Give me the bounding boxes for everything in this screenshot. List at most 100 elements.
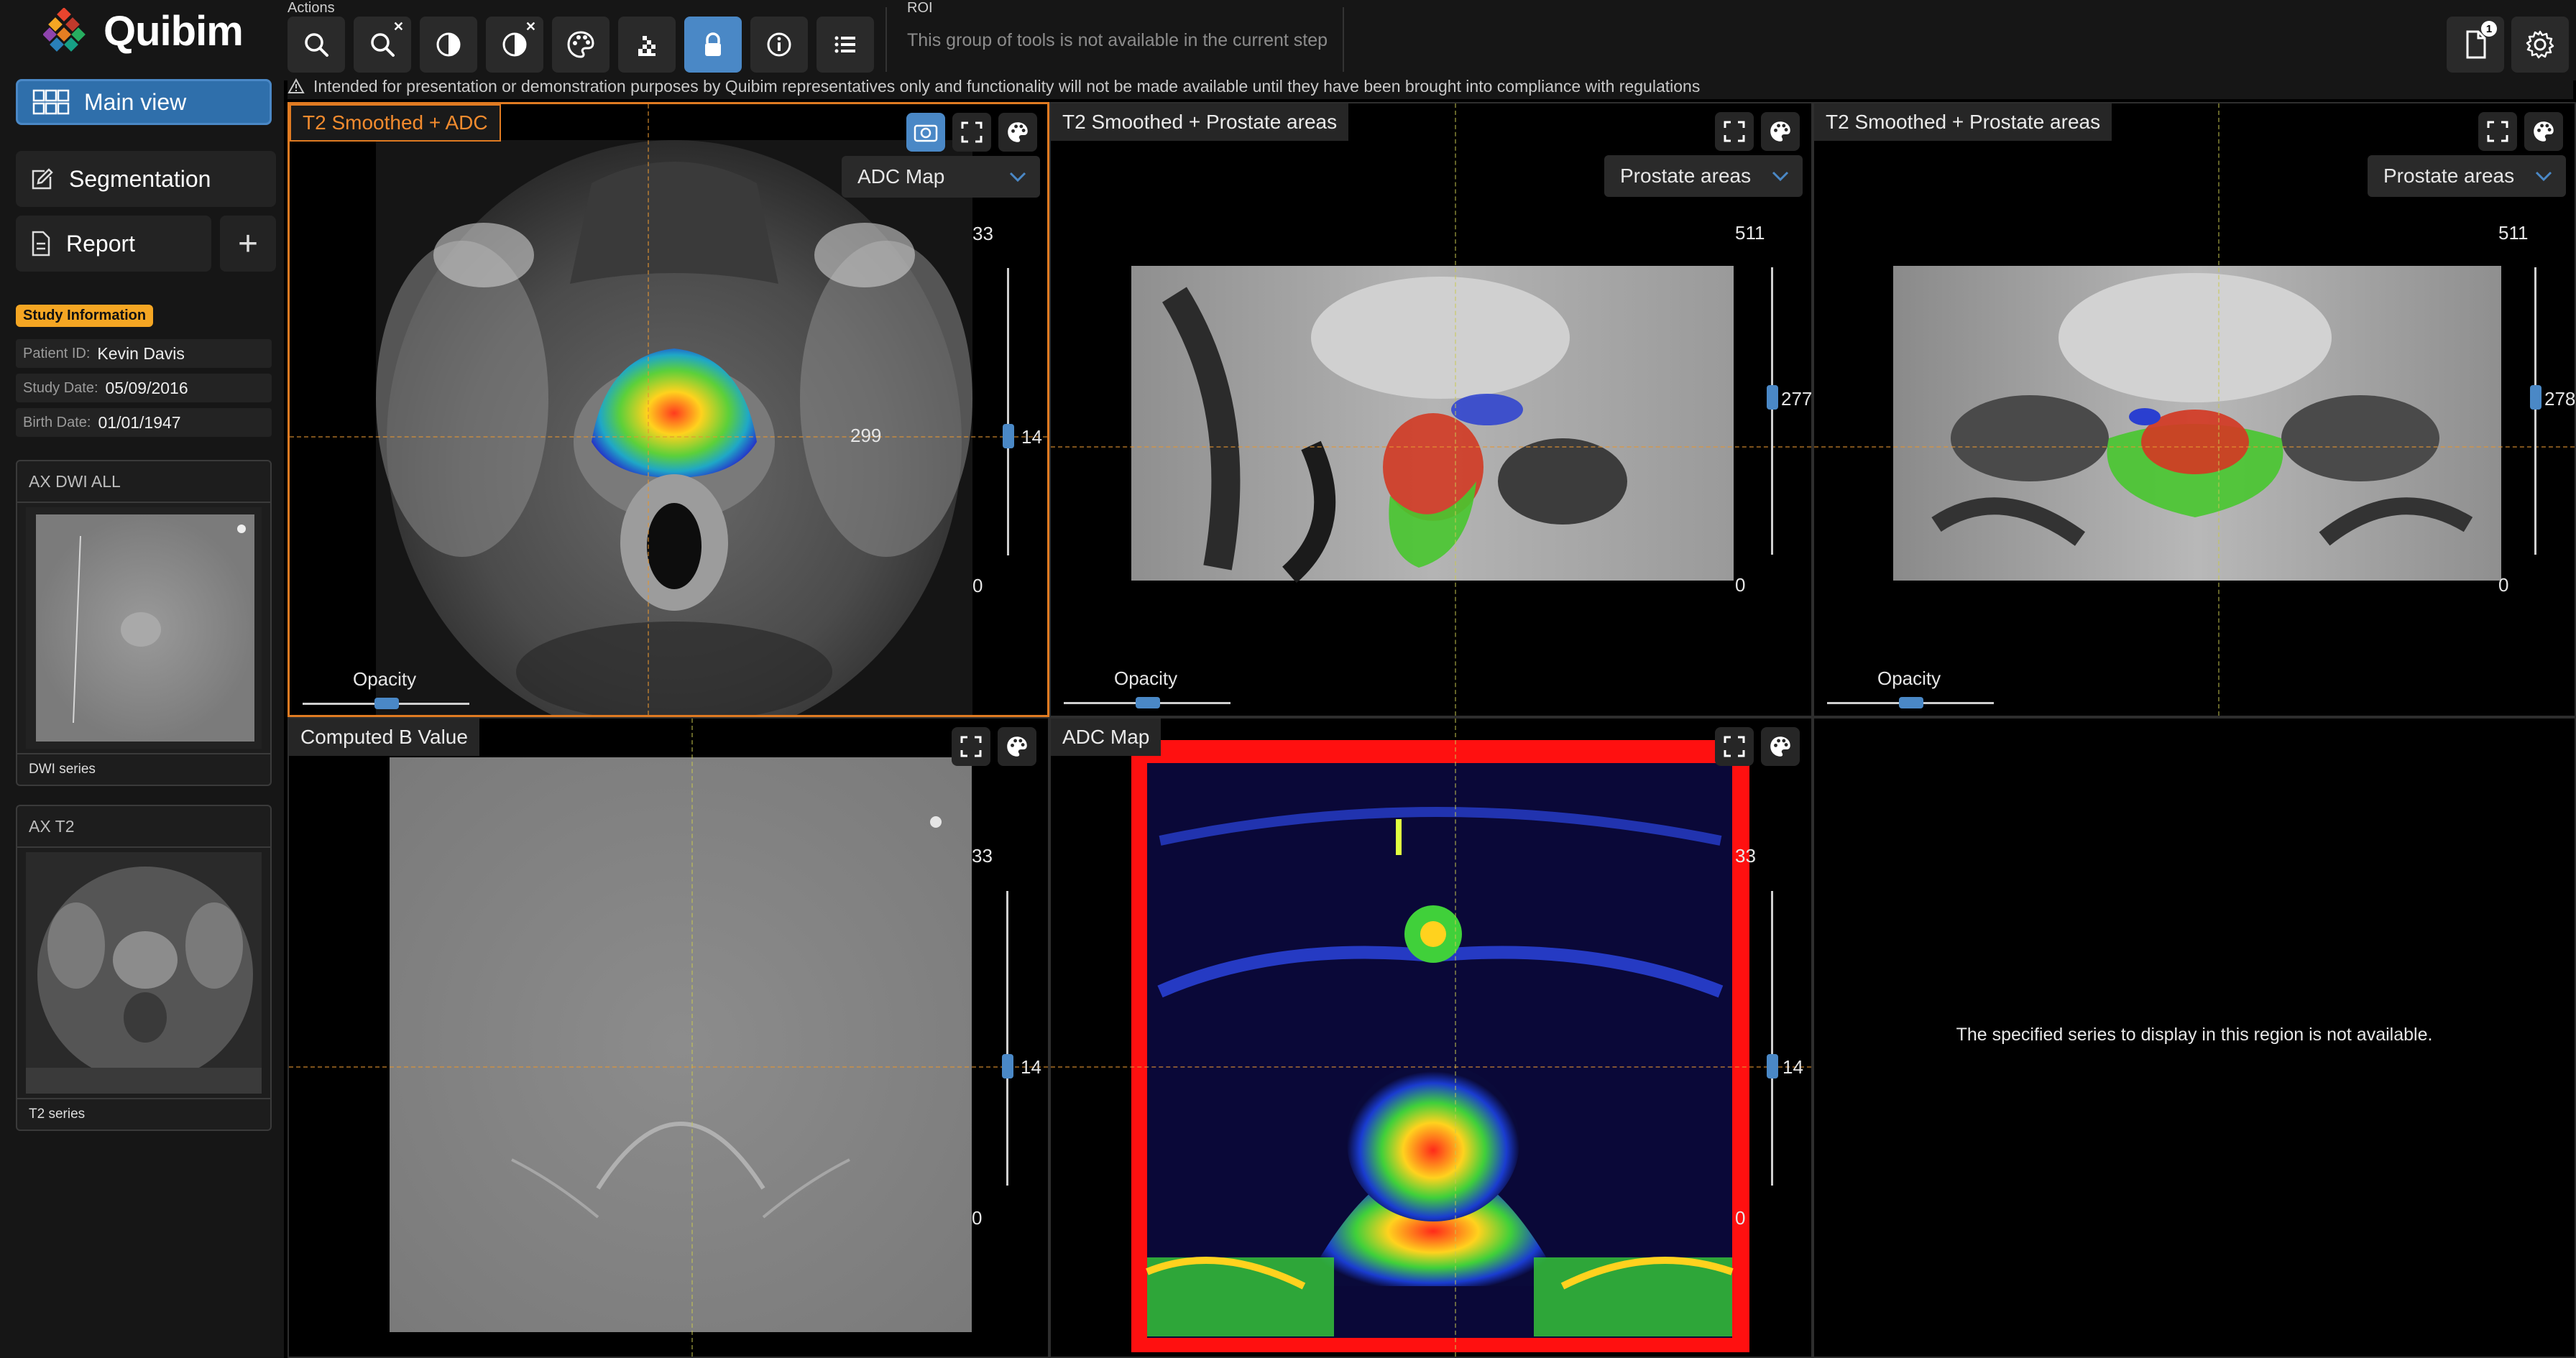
prostate-coronal-image bbox=[1893, 266, 2501, 581]
crosshair-vertical bbox=[648, 104, 649, 715]
screenshot-button[interactable] bbox=[906, 113, 945, 152]
slice-slider-track[interactable] bbox=[1771, 267, 1773, 555]
close-icon: ✕ bbox=[392, 19, 404, 34]
compliance-disclaimer: Intended for presentation or demonstrati… bbox=[288, 73, 2573, 99]
t2-thumbnail-image bbox=[26, 852, 262, 1094]
palette-button[interactable] bbox=[1761, 112, 1800, 151]
crosshair-vertical bbox=[691, 719, 693, 1357]
palette-button[interactable] bbox=[998, 727, 1036, 766]
dropdown-value: Prostate areas bbox=[2383, 165, 2515, 187]
sidebar: Main view Segmentation Report + Study In… bbox=[0, 72, 284, 1358]
contrast-button[interactable] bbox=[420, 17, 477, 73]
chevron-down-icon bbox=[2535, 171, 2552, 182]
zoom-button[interactable] bbox=[288, 17, 345, 73]
palette-button[interactable] bbox=[552, 17, 610, 73]
segmentation-button[interactable]: Segmentation bbox=[16, 151, 276, 207]
crosshair-horizontal bbox=[290, 436, 1047, 438]
palette-icon bbox=[567, 31, 594, 58]
crosshair-vertical bbox=[1455, 719, 1456, 1357]
quibim-logo: Quibim bbox=[43, 7, 244, 55]
fullscreen-button[interactable] bbox=[952, 113, 991, 152]
settings-button[interactable] bbox=[2511, 17, 2569, 73]
toolbar-divider bbox=[1343, 7, 1344, 72]
roi-label: ROI bbox=[907, 0, 933, 16]
series-footer: DWI series bbox=[17, 753, 270, 785]
warning-icon bbox=[288, 78, 305, 93]
report-button[interactable]: Report bbox=[16, 216, 211, 272]
fullscreen-button[interactable] bbox=[1715, 727, 1754, 766]
reset-contrast-button[interactable]: ✕ bbox=[486, 17, 543, 73]
pixel-grid-button[interactable] bbox=[618, 17, 676, 73]
t2-adc-image bbox=[376, 140, 972, 715]
scale-top-value: 511 bbox=[1735, 222, 1765, 244]
edit-icon bbox=[32, 168, 53, 190]
viewport-adc-map[interactable]: ADC Map 33 14 0 bbox=[1049, 717, 1813, 1358]
birth-date-key: Birth Date: bbox=[23, 414, 91, 430]
slice-slider-track[interactable] bbox=[1006, 891, 1008, 1186]
lock-button[interactable] bbox=[684, 17, 742, 73]
main-view-button[interactable]: Main view bbox=[16, 79, 272, 125]
viewport-prostate-sagittal[interactable]: T2 Smoothed + Prostate areas Prostate ar… bbox=[1049, 102, 1813, 717]
palette-button[interactable] bbox=[998, 113, 1037, 152]
t2-series-thumbnail[interactable] bbox=[26, 852, 262, 1094]
crosshair-vertical bbox=[2218, 103, 2220, 716]
slice-slider-knob[interactable] bbox=[2530, 385, 2542, 410]
camera-icon bbox=[914, 124, 938, 142]
fullscreen-button[interactable] bbox=[952, 727, 990, 766]
series-footer: T2 series bbox=[17, 1098, 270, 1130]
overlay-series-dropdown[interactable]: ADC Map bbox=[842, 156, 1040, 198]
document-button[interactable]: 1 bbox=[2447, 17, 2504, 73]
study-date-key: Study Date: bbox=[23, 379, 98, 396]
actions-label: Actions bbox=[288, 0, 335, 16]
viewport-title: T2 Smoothed + Prostate areas bbox=[1051, 103, 1349, 141]
patient-id-row: Patient ID: Kevin Davis bbox=[16, 339, 272, 368]
viewport-title: ADC Map bbox=[1051, 719, 1162, 756]
slice-slider-track[interactable] bbox=[1007, 268, 1009, 555]
expand-icon bbox=[2487, 121, 2508, 142]
prostate-sagittal-image bbox=[1131, 266, 1734, 583]
top-toolbar: Quibim Actions ✕ ✕ ROI This group of too… bbox=[0, 0, 2576, 80]
crosshair-horizontal bbox=[289, 1066, 1048, 1068]
zoom-icon bbox=[305, 33, 328, 57]
overlay-series-dropdown[interactable]: Prostate areas bbox=[2368, 155, 2566, 197]
scale-bottom-value: 0 bbox=[972, 575, 983, 596]
palette-button[interactable] bbox=[2524, 112, 2563, 151]
dwi-series-thumbnail[interactable] bbox=[26, 507, 262, 749]
palette-button[interactable] bbox=[1761, 727, 1800, 766]
chevron-down-icon bbox=[1009, 172, 1026, 183]
fullscreen-button[interactable] bbox=[2478, 112, 2517, 151]
series-card-t2[interactable]: AX T2 T2 series bbox=[16, 805, 272, 1131]
slice-slider-track[interactable] bbox=[1771, 891, 1773, 1186]
opacity-slider-knob[interactable] bbox=[374, 698, 399, 709]
current-slice-value: 278 bbox=[2544, 388, 2576, 410]
list-icon bbox=[834, 36, 855, 53]
palette-icon bbox=[1770, 736, 1790, 757]
palette-icon bbox=[1770, 121, 1790, 142]
opacity-slider-knob[interactable] bbox=[1136, 697, 1160, 708]
slice-slider-knob[interactable] bbox=[1767, 1054, 1778, 1078]
opacity-slider-knob[interactable] bbox=[1899, 697, 1923, 708]
opacity-label: Opacity bbox=[1114, 668, 1178, 689]
slice-slider-knob[interactable] bbox=[1002, 1054, 1013, 1078]
study-information-tag: Study Information bbox=[16, 305, 154, 327]
slice-slider-track[interactable] bbox=[2534, 267, 2536, 555]
slice-slider-knob[interactable] bbox=[1003, 424, 1014, 448]
overlay-series-dropdown[interactable]: Prostate areas bbox=[1604, 155, 1803, 197]
crosshair-horizontal bbox=[1051, 446, 1811, 448]
gear-icon bbox=[2526, 30, 2554, 59]
dropdown-value: Prostate areas bbox=[1620, 165, 1752, 187]
reset-zoom-button[interactable]: ✕ bbox=[354, 17, 411, 73]
segmentation-label: Segmentation bbox=[69, 165, 211, 192]
info-button[interactable] bbox=[750, 17, 808, 73]
add-button[interactable]: + bbox=[220, 216, 276, 272]
viewport-prostate-coronal[interactable]: T2 Smoothed + Prostate areas Prostate ar… bbox=[1813, 102, 2576, 717]
slice-slider-knob[interactable] bbox=[1767, 385, 1778, 410]
list-button[interactable] bbox=[816, 17, 874, 73]
main-view-label: Main view bbox=[84, 88, 187, 115]
viewport-computed-b-value[interactable]: Computed B Value 33 14 0 bbox=[288, 717, 1049, 1358]
series-card-dwi[interactable]: AX DWI ALL DWI series bbox=[16, 460, 272, 786]
palette-icon bbox=[1007, 736, 1027, 757]
palette-icon bbox=[1008, 122, 1028, 142]
viewport-t2-adc[interactable]: T2 Smoothed + ADC ADC Map 33 14 0 299 Op… bbox=[288, 102, 1049, 717]
fullscreen-button[interactable] bbox=[1715, 112, 1754, 151]
